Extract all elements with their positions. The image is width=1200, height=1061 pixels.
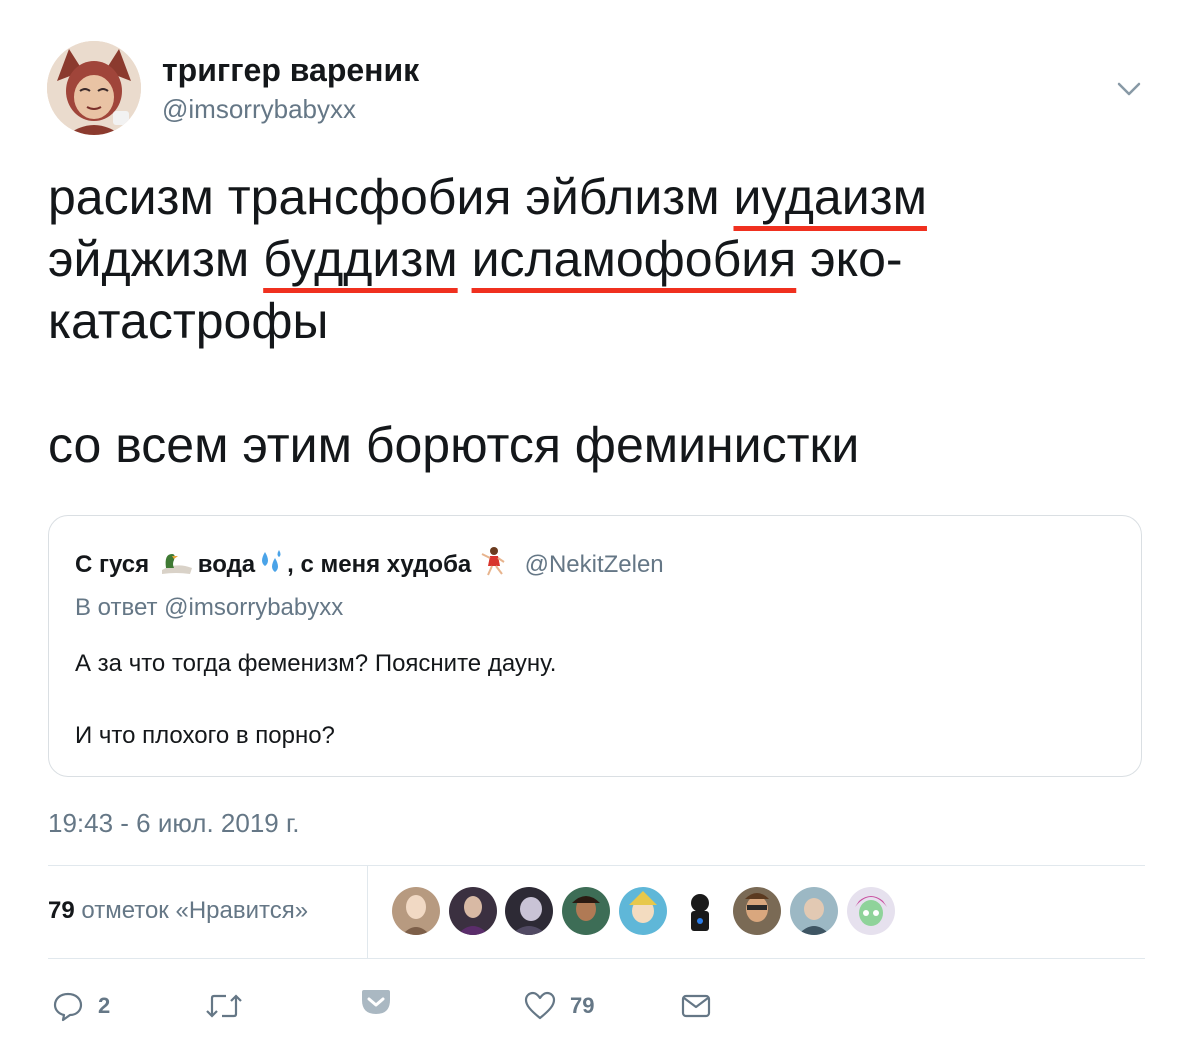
mail-icon [681, 994, 711, 1018]
tweet-line-4: со всем этим борются феминистки [48, 417, 860, 473]
likes-label: отметок «Нравится» [81, 897, 309, 924]
goose-emoji-icon [158, 550, 196, 583]
reply-button[interactable]: 2 [52, 990, 110, 1022]
dancer-emoji-icon [480, 546, 506, 583]
tweet-text-span: эйджизм [48, 231, 264, 287]
tweet-text: расизм трансфобия эйблизм иудаизм эйджиз… [48, 166, 1158, 476]
like-button[interactable]: 79 [524, 990, 594, 1022]
quoted-tweet[interactable]: С гуся вода , с меня худоба @NekitZelen … [48, 515, 1142, 777]
like-count: 79 [570, 993, 595, 1018]
avatar-illustration [47, 41, 141, 135]
tweet-line-1: расизм трансфобия эйблизм иудаизм [48, 166, 1158, 228]
chevron-down-icon[interactable] [1114, 74, 1144, 104]
reply-count: 2 [98, 993, 111, 1018]
pocket-icon [362, 990, 390, 1014]
liker-avatar[interactable] [676, 887, 724, 935]
liker-avatar[interactable] [505, 887, 553, 935]
author-handle[interactable]: @imsorrybabyxx [162, 94, 356, 125]
tweet-text-span: расизм трансфобия эйблизм [48, 169, 734, 225]
quoted-name-part: вода [197, 551, 256, 578]
reply-icon [53, 992, 83, 1022]
tweet-text-span: эко- [796, 231, 903, 287]
liker-avatar[interactable] [619, 887, 667, 935]
tweet-text-span [458, 231, 472, 287]
likes-count: 79 [48, 897, 75, 924]
author-avatar[interactable] [47, 41, 141, 135]
tweet-timestamp[interactable]: 19:43 - 6 июл. 2019 г. [48, 808, 300, 839]
droplets-emoji-icon [257, 548, 285, 583]
quoted-name-part: С гуся [75, 551, 150, 578]
tweet-line-2: эйджизм буддизм исламофобия эко- [48, 228, 1158, 290]
liker-avatar[interactable] [392, 887, 440, 935]
pocket-button[interactable] [360, 986, 392, 1018]
reply-context[interactable]: В ответ @imsorrybabyxx [75, 594, 343, 622]
likes-summary[interactable]: 79 отметок «Нравится» [48, 897, 308, 925]
liker-avatar[interactable] [790, 887, 838, 935]
liker-avatar[interactable] [847, 887, 895, 935]
liker-avatar[interactable] [449, 887, 497, 935]
retweet-icon [206, 994, 242, 1018]
quoted-name-part: , с меня худоба [287, 551, 472, 578]
quoted-body-line-2: И что плохого в порно? [75, 722, 335, 749]
divider [48, 958, 1145, 959]
underlined-word: буддизм [263, 231, 458, 287]
quoted-body-line-1: А за что тогда феменизм? Поясните дауну. [75, 650, 557, 677]
divider [48, 865, 1145, 866]
underlined-word: исламофобия [471, 231, 797, 287]
liker-avatar[interactable] [733, 887, 781, 935]
retweet-button[interactable] [204, 990, 258, 1022]
divider-vertical [367, 866, 368, 958]
heart-icon [524, 991, 556, 1020]
tweet-line-3: катастрофы [48, 293, 329, 349]
direct-message-button[interactable] [680, 990, 712, 1022]
underlined-word: иудаизм [733, 169, 927, 225]
author-display-name[interactable]: триггер вареник [162, 52, 419, 89]
quoted-author[interactable]: С гуся вода , с меня худоба @NekitZelen [75, 546, 664, 583]
quoted-handle[interactable]: @NekitZelen [525, 551, 664, 578]
liker-avatar[interactable] [562, 887, 610, 935]
